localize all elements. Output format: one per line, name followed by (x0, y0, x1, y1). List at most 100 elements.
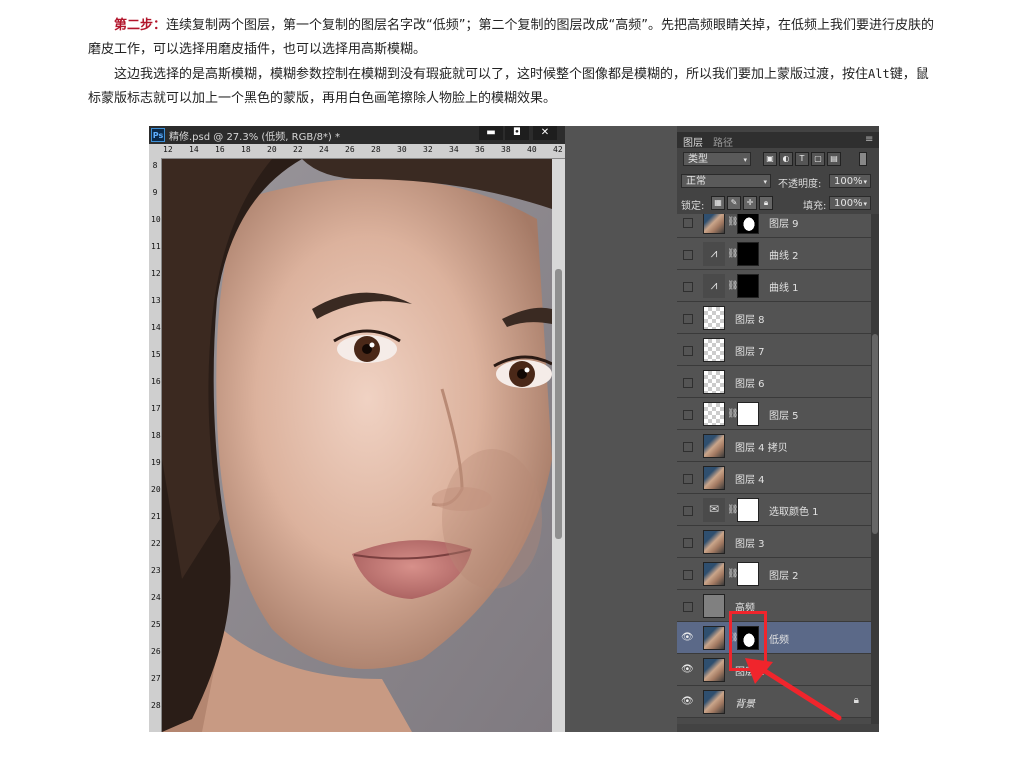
layer-row[interactable]: 图层 6 (677, 366, 871, 398)
layer-thumbnail[interactable] (703, 466, 725, 490)
visibility-toggle[interactable] (683, 602, 693, 612)
layer-mask-thumbnail[interactable] (737, 274, 759, 298)
layer-name[interactable]: 图层 4 拷贝 (735, 439, 788, 454)
ruler-vertical[interactable]: 8 9 10 11 12 13 14 15 16 17 18 19 20 21 22 23 24 25 26 27 28 (149, 158, 162, 732)
layer-row[interactable]: 图层 3 (677, 526, 871, 558)
layer-row[interactable]: ⩘ ⛓ 曲线 1 (677, 270, 871, 302)
layer-thumbnail[interactable] (703, 594, 725, 618)
layer-row[interactable]: 图层 4 拷贝 (677, 430, 871, 462)
layer-name[interactable]: 曲线 2 (769, 247, 799, 262)
eye-icon[interactable]: 👁︎ (681, 696, 694, 708)
layer-name[interactable]: 图层 2 (769, 567, 799, 582)
ruler-tick-label: 14 (189, 145, 199, 154)
visibility-toggle[interactable] (683, 378, 693, 388)
layer-row[interactable]: ✉ ⛓ 选取颜色 1 (677, 494, 871, 526)
image-canvas[interactable] (162, 159, 552, 732)
layer-thumbnail[interactable] (703, 214, 725, 234)
layers-scrollbar[interactable] (871, 214, 879, 724)
smart-object-filter-icon[interactable]: ▤ (827, 152, 841, 166)
visibility-toggle[interactable] (683, 570, 693, 580)
visibility-toggle[interactable] (683, 218, 693, 228)
layer-thumbnail[interactable] (703, 306, 725, 330)
link-chain-icon[interactable]: ⛓ (727, 568, 738, 580)
lock-all-icon[interactable]: 🔒︎ (759, 196, 773, 210)
eye-icon[interactable]: 👁︎ (681, 632, 694, 644)
layer-name[interactable]: 图层 9 (769, 215, 799, 230)
layer-row[interactable]: ⩘ ⛓ 曲线 2 (677, 238, 871, 270)
lock-position-icon[interactable]: ✛ (743, 196, 757, 210)
layer-row[interactable]: ⛓ 图层 2 (677, 558, 871, 590)
layer-thumbnail[interactable] (703, 370, 725, 394)
visibility-toggle[interactable] (683, 442, 693, 452)
layer-name[interactable]: 低频 (769, 631, 789, 646)
layer-thumbnail[interactable] (703, 690, 725, 714)
layer-mask-thumbnail[interactable] (737, 214, 759, 234)
lock-transparent-icon[interactable]: ▦ (711, 196, 725, 210)
layer-thumbnail[interactable] (703, 658, 725, 682)
type-filter-icon[interactable]: T (795, 152, 809, 166)
layer-row[interactable]: 图层 7 (677, 334, 871, 366)
filter-kind-select[interactable]: 类型 ▾ (683, 152, 751, 166)
layer-name[interactable]: 图层 6 (735, 375, 765, 390)
ruler-horizontal[interactable]: 1214161820222426283032343638404244464850… (161, 144, 565, 159)
link-chain-icon[interactable]: ⛓ (727, 408, 738, 420)
layer-name[interactable]: 图层 7 (735, 343, 765, 358)
link-chain-icon[interactable]: ⛓ (727, 280, 738, 292)
eye-icon[interactable]: 👁︎ (681, 664, 694, 676)
article-text: 第二步：连续复制两个图层，第一个复制的图层名字改“低频”；第二个复制的图层改成“… (88, 14, 938, 111)
shape-filter-icon[interactable]: ▢ (811, 152, 825, 166)
fill-input[interactable]: 100% ▾ (829, 196, 871, 210)
layer-row[interactable]: 高频 (677, 590, 871, 622)
pixel-filter-icon[interactable]: ▣ (763, 152, 777, 166)
ruler-corner[interactable] (149, 144, 161, 158)
link-chain-icon[interactable]: ⛓ (727, 504, 738, 516)
document-titlebar[interactable]: Ps 精修.psd @ 27.3% (低频, RGB/8*) * ▬ ◘ ✕ (149, 126, 565, 144)
visibility-toggle[interactable] (683, 346, 693, 356)
visibility-toggle[interactable] (683, 282, 693, 292)
visibility-toggle[interactable] (683, 506, 693, 516)
layer-row[interactable]: 图层 4 (677, 462, 871, 494)
layer-thumbnail[interactable] (703, 626, 725, 650)
visibility-toggle[interactable] (683, 410, 693, 420)
layers-scrollbar-thumb[interactable] (872, 334, 878, 534)
blend-mode-select[interactable]: 正常 ▾ (681, 174, 771, 188)
layer-name[interactable]: 图层 3 (735, 535, 765, 550)
layer-thumbnail[interactable] (703, 562, 725, 586)
link-chain-icon[interactable]: ⛓ (727, 216, 738, 228)
layer-mask-thumbnail[interactable] (737, 498, 759, 522)
layer-row[interactable]: ⛓ 图层 5 (677, 398, 871, 430)
layer-mask-thumbnail[interactable] (737, 562, 759, 586)
lock-pixels-icon[interactable]: ✎ (727, 196, 741, 210)
opacity-input[interactable]: 100% ▾ (829, 174, 871, 188)
layer-row[interactable]: 图层 8 (677, 302, 871, 334)
close-button[interactable]: ✕ (533, 126, 557, 140)
link-chain-icon[interactable]: ⛓ (727, 248, 738, 260)
visibility-toggle[interactable] (683, 538, 693, 548)
layer-thumbnail[interactable] (703, 530, 725, 554)
layer-row[interactable]: ⛓ 图层 9 (677, 214, 871, 238)
visibility-toggle[interactable] (683, 250, 693, 260)
panel-menu-icon[interactable]: ≡ (865, 134, 873, 145)
layer-name[interactable]: 图层 8 (735, 311, 765, 326)
visibility-toggle[interactable] (683, 474, 693, 484)
layer-mask-thumbnail[interactable] (737, 242, 759, 266)
tab-paths[interactable]: 路径 (713, 134, 733, 149)
layer-name[interactable]: 选取颜色 1 (769, 503, 819, 518)
visibility-toggle[interactable] (683, 314, 693, 324)
tab-layers[interactable]: 图层 (683, 134, 703, 149)
layer-name[interactable]: 图层 4 (735, 471, 765, 486)
step-label: 第二步： (114, 18, 167, 33)
canvas-scrollbar[interactable] (552, 159, 565, 732)
layer-name[interactable]: 曲线 1 (769, 279, 799, 294)
layer-row[interactable]: 👁︎ ⛓ 低频 (677, 622, 871, 654)
layer-mask-thumbnail[interactable] (737, 402, 759, 426)
layer-thumbnail[interactable] (703, 434, 725, 458)
minimize-button[interactable]: ▬ (479, 126, 503, 140)
maximize-button[interactable]: ◘ (505, 126, 529, 140)
layer-name[interactable]: 图层 5 (769, 407, 799, 422)
layer-thumbnail[interactable] (703, 338, 725, 362)
layer-thumbnail[interactable] (703, 402, 725, 426)
adjustment-filter-icon[interactable]: ◐ (779, 152, 793, 166)
filter-toggle[interactable] (859, 152, 867, 166)
canvas-scrollbar-thumb[interactable] (555, 269, 562, 539)
